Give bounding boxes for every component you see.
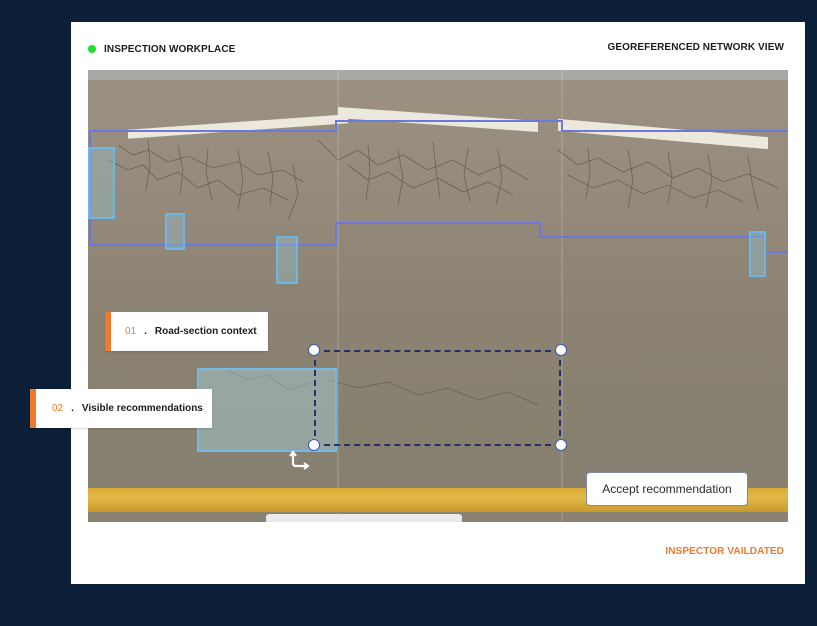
defect-annotation[interactable] bbox=[749, 231, 766, 277]
callout-label: Visible recommendations bbox=[81, 403, 203, 414]
road-image-viewer[interactable]: Accept recommendation bbox=[88, 70, 788, 522]
horizontal-scrollbar[interactable] bbox=[266, 514, 462, 522]
callout-number: 01 bbox=[125, 326, 137, 337]
accept-recommendation-button[interactable]: Accept recommendation bbox=[586, 472, 748, 506]
callout-separator: . bbox=[144, 326, 147, 337]
resize-cursor-icon bbox=[289, 450, 310, 470]
inspector-validated-status: INSPECTOR VAILDATED bbox=[665, 546, 784, 557]
defect-annotation[interactable] bbox=[165, 213, 185, 250]
resize-handle-bottom-right[interactable] bbox=[555, 439, 567, 451]
workplace-title: INSPECTION WORKPLACE bbox=[104, 43, 236, 55]
defect-annotation[interactable] bbox=[276, 236, 298, 284]
callout-number: 02 bbox=[52, 403, 64, 414]
callout-accent-bar bbox=[105, 312, 111, 351]
resize-handle-top-right[interactable] bbox=[555, 344, 567, 356]
workplace-header: INSPECTION WORKPLACE bbox=[88, 42, 235, 56]
callout-road-section-context: 01 . Road-section context bbox=[105, 312, 268, 351]
defect-annotation[interactable] bbox=[88, 147, 115, 219]
callout-accent-bar bbox=[30, 389, 36, 428]
network-view-title: GEOREFERENCED NETWORK VIEW bbox=[607, 42, 784, 53]
status-dot-icon bbox=[88, 45, 96, 53]
callout-visible-recommendations: 02 . Visible recommendations bbox=[30, 389, 212, 428]
resize-handle-top-left[interactable] bbox=[308, 344, 320, 356]
callout-label: Road-section context bbox=[154, 326, 257, 337]
network-outline bbox=[89, 120, 788, 253]
selection-box[interactable] bbox=[314, 350, 561, 446]
callout-separator: . bbox=[71, 403, 74, 414]
